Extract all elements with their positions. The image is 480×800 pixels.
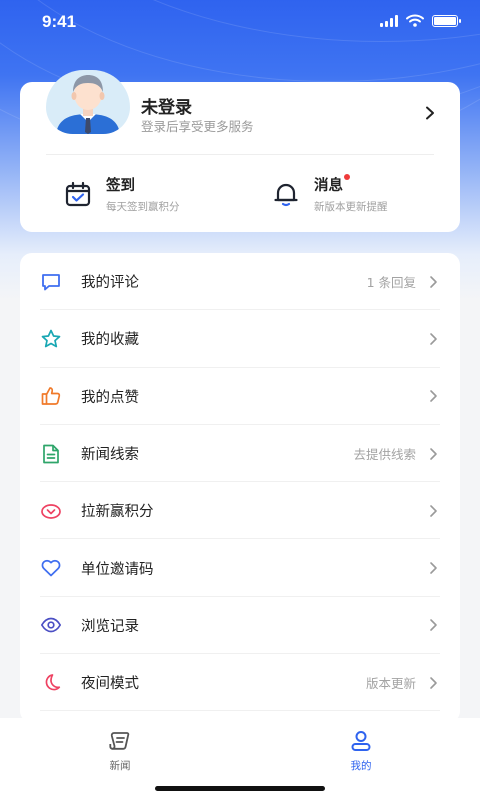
chevron-right-icon (430, 333, 437, 345)
tab-label: 新闻 (109, 760, 131, 772)
menu-label: 单位邀请码 (81, 561, 154, 578)
chevron-right-icon (430, 447, 437, 460)
chevron-right-icon (430, 390, 437, 403)
checkin-subtitle: 每天签到赢积分 (106, 201, 180, 213)
home-indicator[interactable] (155, 786, 325, 791)
wifi-icon (406, 14, 424, 27)
status-time: 9:41 (42, 12, 77, 31)
calendar-check-icon (65, 181, 91, 207)
tab-me[interactable]: 我的 (331, 730, 391, 773)
menu-item-night-mode[interactable]: 夜间模式 版本更新 (20, 654, 460, 712)
chevron-right-icon (430, 619, 437, 632)
star-icon (41, 329, 61, 348)
chevron-right-icon (430, 562, 437, 574)
menu-item-news-tips[interactable]: 新闻线索 去提供线索 (20, 425, 460, 483)
divider (40, 710, 440, 712)
menu-label: 新闻线索 (81, 447, 139, 464)
menu-item-favorites[interactable]: 我的收藏 (20, 310, 460, 368)
menu-label: 我的点赞 (81, 389, 139, 406)
menu-label: 我的评论 (81, 275, 139, 292)
heart-icon (41, 560, 61, 577)
menu-label: 浏览记录 (81, 618, 139, 635)
chevron-right-icon[interactable] (424, 106, 436, 120)
menu-hint: 版本更新 (365, 676, 416, 692)
menu-item-org-invite-code[interactable]: 单位邀请码 (20, 539, 460, 597)
document-icon (43, 444, 59, 463)
menu-item-invite-points[interactable]: 拉新赢积分 (20, 482, 460, 540)
messages-button[interactable]: 消息 新版本更新提醒 (272, 174, 388, 214)
menu-hint: 1 条回复 (366, 275, 416, 291)
menu-hint: 去提供线索 (353, 447, 416, 463)
chevron-right-icon (430, 505, 437, 517)
tab-label: 我的 (350, 760, 372, 772)
login-title[interactable]: 未登录 (141, 93, 192, 118)
messages-subtitle: 新版本更新提醒 (314, 201, 388, 213)
avatar[interactable] (46, 70, 130, 134)
checkin-title: 签到 (106, 178, 135, 194)
battery-icon (432, 14, 461, 27)
divider (46, 154, 434, 155)
menu-label: 我的收藏 (81, 332, 139, 349)
status-bar: 9:41 (0, 0, 480, 44)
eye-icon (40, 618, 62, 633)
menu-list: 我的评论 1 条回复 我的收藏 我的点赞 新闻线索 去提供线索 拉新赢积分 单位… (20, 253, 460, 723)
unread-dot (344, 174, 350, 180)
messages-title: 消息 (314, 178, 343, 194)
signal-icon (380, 14, 398, 27)
news-icon (109, 732, 130, 750)
thumbs-up-icon (41, 387, 61, 406)
bell-icon (274, 183, 298, 207)
status-icons (380, 14, 461, 27)
login-subtitle: 登录后享受更多服务 (141, 119, 254, 134)
tab-news[interactable]: 新闻 (90, 730, 150, 773)
comment-icon (42, 273, 60, 291)
menu-item-history[interactable]: 浏览记录 (20, 597, 460, 655)
checkin-button[interactable]: 签到 每天签到赢积分 (64, 174, 180, 214)
moon-icon (45, 673, 61, 691)
menu-label: 夜间模式 (81, 676, 139, 693)
profile-icon (351, 731, 371, 751)
menu-item-comments[interactable]: 我的评论 1 条回复 (20, 253, 460, 311)
chevron-right-icon (430, 275, 437, 288)
chevron-right-icon (430, 676, 437, 689)
gift-icon (41, 503, 61, 519)
menu-label: 拉新赢积分 (81, 504, 154, 521)
menu-item-likes[interactable]: 我的点赞 (20, 368, 460, 425)
profile-card: 未登录 登录后享受更多服务 签到 每天签到赢积分 消息 新版本更新提醒 (20, 70, 460, 232)
